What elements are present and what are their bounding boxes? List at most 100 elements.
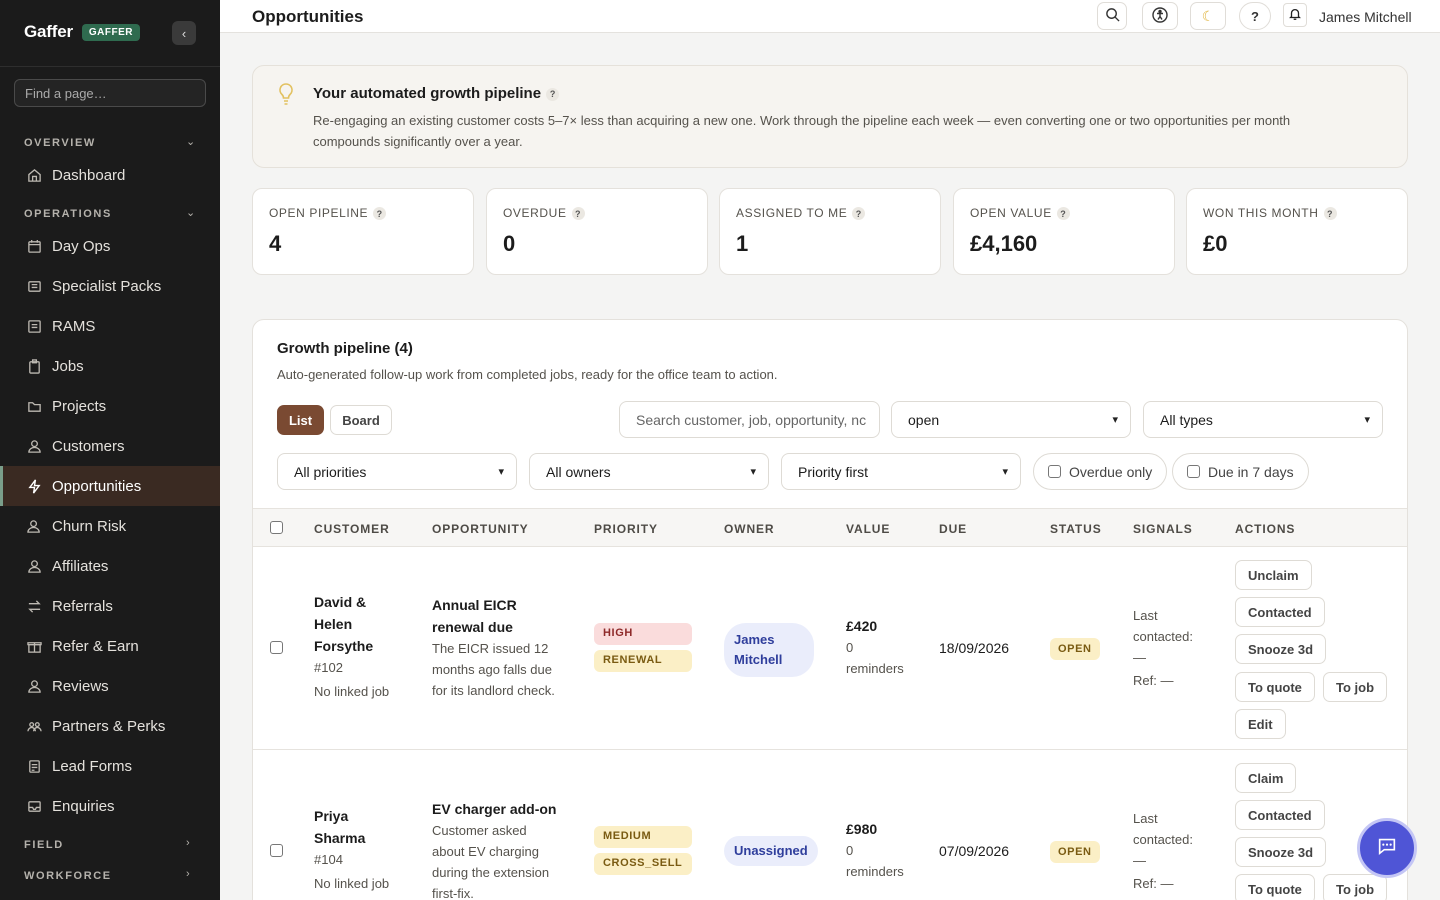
column-due[interactable]: DUE <box>939 522 967 536</box>
claim-button[interactable]: Claim <box>1235 763 1297 793</box>
customer-name-line[interactable]: Priya <box>314 805 414 827</box>
section-overview[interactable]: OVERVIEW <box>24 137 96 149</box>
priority-select[interactable]: All priorities ▾ <box>277 453 517 490</box>
sidebar-item-rams[interactable]: RAMS <box>0 306 220 346</box>
stat-value: 4 <box>269 231 282 256</box>
overdue-only-toggle[interactable]: Overdue only <box>1033 453 1168 490</box>
section-operations[interactable]: OPERATIONS <box>24 208 112 220</box>
due-7-days-checkbox[interactable] <box>1187 465 1200 478</box>
view-list-button[interactable]: List <box>277 405 324 435</box>
sidebar-search-input[interactable]: Find a page… <box>14 79 206 107</box>
edit-button[interactable]: Edit <box>1235 709 1286 739</box>
sidebar-item-partners-perks[interactable]: Partners & Perks <box>0 706 220 746</box>
sidebar-item-referrals[interactable]: Referrals <box>0 586 220 626</box>
contacted-button[interactable]: Contacted <box>1235 800 1325 830</box>
pipeline-search-input[interactable]: Search customer, job, opportunity, nc <box>619 401 880 438</box>
sidebar-item-dashboard[interactable]: Dashboard <box>0 155 220 195</box>
accessibility-button[interactable] <box>1142 2 1178 30</box>
column-opportunity[interactable]: OPPORTUNITY <box>432 522 529 536</box>
section-workforce[interactable]: WORKFORCE <box>24 870 112 882</box>
to-quote-button[interactable]: To quote <box>1235 672 1315 702</box>
search-placeholder: Search customer, job, opportunity, nc <box>636 411 867 428</box>
sidebar-item-refer-earn[interactable]: Refer & Earn <box>0 626 220 666</box>
column-owner[interactable]: OWNER <box>724 522 775 536</box>
notifications-button[interactable] <box>1283 3 1307 27</box>
opportunity-title-line[interactable]: renewal due <box>432 616 582 638</box>
to-quote-button[interactable]: To quote <box>1235 874 1315 900</box>
owner-select[interactable]: All owners ▾ <box>529 453 769 490</box>
chat-button[interactable] <box>1357 818 1417 878</box>
sidebar-item-churn-risk[interactable]: Churn Risk <box>0 506 220 546</box>
customer-name-line[interactable]: David & <box>314 591 414 613</box>
chevron-right-icon[interactable]: › <box>186 868 190 880</box>
document-icon <box>26 318 42 334</box>
due-7-days-toggle[interactable]: Due in 7 days <box>1172 453 1309 490</box>
sidebar-item-projects[interactable]: Projects <box>0 386 220 426</box>
sidebar-item-opportunities[interactable]: Opportunities <box>0 466 220 506</box>
help-icon[interactable]: ? <box>571 207 585 221</box>
sidebar-item-enquiries[interactable]: Enquiries <box>0 786 220 826</box>
linked-job: No linked job <box>314 684 390 699</box>
column-actions[interactable]: ACTIONS <box>1235 522 1295 536</box>
type-select[interactable]: All types ▾ <box>1143 401 1383 438</box>
owner-pill[interactable]: Unassigned <box>724 836 818 866</box>
owner-pill[interactable]: James Mitchell <box>724 623 814 677</box>
sidebar-item-label: Reviews <box>52 677 109 695</box>
status-badge: OPEN <box>1050 638 1100 660</box>
sidebar-item-reviews[interactable]: Reviews <box>0 666 220 706</box>
user-menu[interactable]: James Mitchell <box>1319 9 1412 25</box>
help-icon[interactable]: ? <box>1323 207 1337 221</box>
snooze-button[interactable]: Snooze 3d <box>1235 634 1327 664</box>
select-all-checkbox[interactable] <box>270 521 283 534</box>
status-select[interactable]: open ▾ <box>891 401 1131 438</box>
theme-toggle-button[interactable]: ☾ <box>1190 2 1226 30</box>
opportunity-title-line[interactable]: Annual EICR <box>432 594 582 616</box>
section-field[interactable]: FIELD <box>24 839 64 851</box>
row-checkbox[interactable] <box>270 844 283 857</box>
row-checkbox[interactable] <box>270 641 283 654</box>
help-icon[interactable]: ? <box>373 207 387 221</box>
sidebar-item-lead-forms[interactable]: Lead Forms <box>0 746 220 786</box>
sidebar-item-customers[interactable]: Customers <box>0 426 220 466</box>
sidebar-item-label: Referrals <box>52 597 113 615</box>
sidebar-item-label: RAMS <box>52 317 96 335</box>
customer-name-line[interactable]: Forsythe <box>314 635 414 657</box>
sidebar-item-day-ops[interactable]: Day Ops <box>0 226 220 266</box>
customer-name-line[interactable]: Sharma <box>314 827 414 849</box>
sidebar-item-affiliates[interactable]: Affiliates <box>0 546 220 586</box>
column-priority[interactable]: PRIORITY <box>594 522 658 536</box>
value-amount: £980 <box>846 821 878 837</box>
column-customer[interactable]: CUSTOMER <box>314 522 390 536</box>
view-board-button[interactable]: Board <box>330 405 392 435</box>
help-icon[interactable]: ? <box>546 87 560 101</box>
search-button[interactable] <box>1097 2 1127 30</box>
to-job-button[interactable]: To job <box>1323 874 1388 900</box>
sort-select[interactable]: Priority first ▾ <box>781 453 1021 490</box>
accessibility-icon <box>1152 6 1168 26</box>
chevron-down-icon[interactable]: ⌄ <box>186 135 195 148</box>
snooze-button[interactable]: Snooze 3d <box>1235 837 1327 867</box>
collapse-sidebar-button[interactable]: ‹ <box>172 21 196 45</box>
opportunity-desc-line: months ago falls due <box>432 662 552 677</box>
sidebar-item-jobs[interactable]: Jobs <box>0 346 220 386</box>
growth-pipeline-panel: Growth pipeline (4) Auto-generated follo… <box>252 319 1408 900</box>
help-icon[interactable]: ? <box>1056 207 1070 221</box>
sidebar-item-label: Lead Forms <box>52 757 133 775</box>
stat-open-value: OPEN VALUE? £4,160 <box>953 188 1175 275</box>
contacted-button[interactable]: Contacted <box>1235 597 1325 627</box>
chevron-right-icon[interactable]: › <box>186 837 190 849</box>
brand[interactable]: Gaffer GAFFER <box>24 22 140 42</box>
help-button[interactable]: ? <box>1239 2 1271 30</box>
chevron-down-icon[interactable]: ⌄ <box>186 206 195 219</box>
customer-name-line[interactable]: Helen <box>314 613 414 635</box>
column-signals[interactable]: SIGNALS <box>1133 522 1193 536</box>
sidebar-item-specialist-packs[interactable]: Specialist Packs <box>0 266 220 306</box>
overdue-only-checkbox[interactable] <box>1048 465 1061 478</box>
to-job-button[interactable]: To job <box>1323 672 1388 702</box>
unclaim-button[interactable]: Unclaim <box>1235 560 1312 590</box>
banner-title: Your automated growth pipeline? <box>313 85 560 102</box>
column-status[interactable]: STATUS <box>1050 522 1102 536</box>
column-value[interactable]: VALUE <box>846 522 890 536</box>
help-icon[interactable]: ? <box>852 207 866 221</box>
opportunity-title-line[interactable]: EV charger add-on <box>432 798 592 820</box>
